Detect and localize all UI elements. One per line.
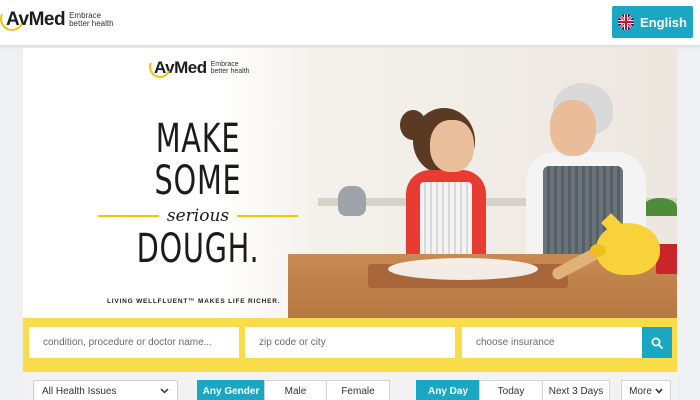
divider-line-left bbox=[98, 215, 159, 217]
chevron-down-icon bbox=[160, 388, 169, 394]
insurance-search-input[interactable] bbox=[462, 327, 642, 358]
avmed-logo[interactable]: AvMed Embrace better health bbox=[0, 3, 114, 35]
gender-option-male[interactable]: Male bbox=[264, 380, 327, 400]
health-issue-value: All Health Issues bbox=[42, 385, 117, 397]
grandmother-face bbox=[550, 100, 596, 156]
chevron-down-icon bbox=[655, 388, 663, 394]
hero-avmed-logo: AvMed Embrace better health bbox=[145, 52, 250, 82]
language-button[interactable]: English bbox=[612, 6, 693, 38]
day-option-next-3-days[interactable]: Next 3 Days bbox=[542, 380, 610, 400]
search-icon bbox=[651, 337, 663, 349]
location-search-input[interactable] bbox=[245, 327, 455, 358]
hero-subline: LIVING WELLFLUENT™ MAKES LIFE RICHER. bbox=[107, 298, 281, 305]
kettle bbox=[338, 186, 366, 216]
hero-banner: AvMed Embrace better health MAKE SOME se… bbox=[23, 48, 677, 318]
gender-toggle: Any Gender Male Female bbox=[197, 380, 390, 400]
girl-face bbox=[430, 120, 474, 172]
gender-option-any[interactable]: Any Gender bbox=[197, 380, 265, 400]
dough bbox=[388, 258, 538, 280]
main-panel: AvMed Embrace better health MAKE SOME se… bbox=[23, 48, 677, 400]
hero-logo-tagline: Embrace better health bbox=[210, 61, 250, 75]
plant bbox=[643, 198, 677, 216]
site-header: AvMed Embrace better health English bbox=[0, 0, 700, 46]
day-option-today[interactable]: Today bbox=[479, 380, 543, 400]
hero-headline: MAKE SOME serious DOUGH. bbox=[98, 116, 299, 272]
piggy-bank-snout bbox=[590, 244, 606, 257]
more-label: More bbox=[629, 385, 652, 397]
headline-line-2: serious bbox=[166, 206, 230, 226]
health-issue-select[interactable]: All Health Issues bbox=[33, 380, 178, 400]
headline-line-1: MAKE SOME bbox=[154, 116, 242, 204]
headline-divider: serious bbox=[98, 206, 299, 226]
day-option-any[interactable]: Any Day bbox=[416, 380, 480, 400]
girl-apron bbox=[420, 182, 472, 262]
hero-logo-wordmark: AvMed bbox=[145, 52, 207, 82]
logo-wordmark: AvMed bbox=[0, 3, 66, 35]
language-label: English bbox=[640, 14, 687, 30]
day-toggle: Any Day Today Next 3 Days bbox=[416, 380, 610, 400]
gender-option-female[interactable]: Female bbox=[326, 380, 390, 400]
uk-flag-icon bbox=[618, 14, 635, 30]
filter-bar: All Health Issues Any Gender Male Female… bbox=[23, 372, 677, 400]
condition-search-input[interactable] bbox=[29, 327, 239, 358]
hero-photo bbox=[288, 48, 677, 318]
search-button[interactable] bbox=[642, 327, 672, 358]
logo-tagline: Embrace better health bbox=[69, 11, 114, 28]
search-bar bbox=[23, 318, 677, 372]
headline-line-3: DOUGH. bbox=[136, 226, 260, 272]
more-filters-button[interactable]: More bbox=[621, 380, 671, 400]
